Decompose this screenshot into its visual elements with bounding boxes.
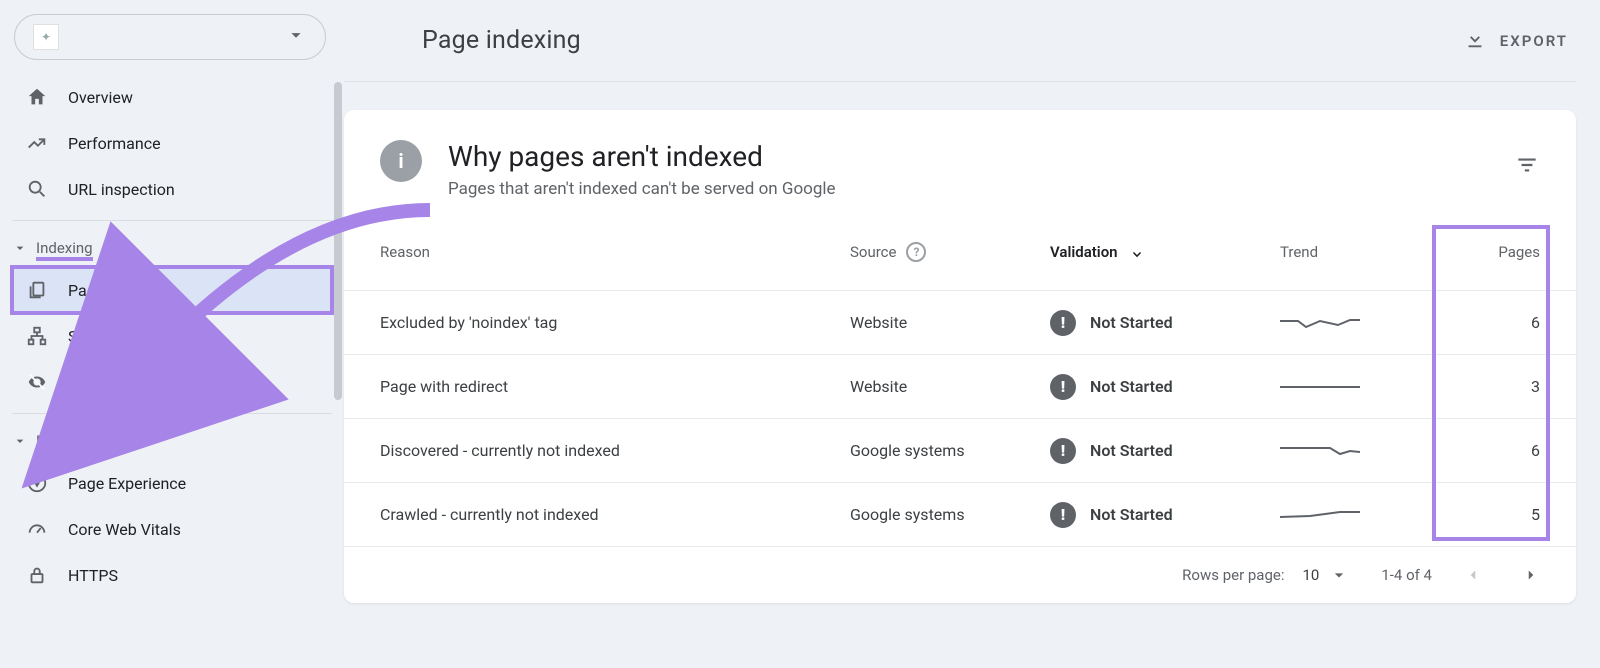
rows-per-page-value: 10 xyxy=(1302,566,1319,584)
pagination-range: 1-4 of 4 xyxy=(1381,566,1432,584)
reasons-table: Reason Source ? Validation Trend Pages E xyxy=(344,213,1576,603)
rows-per-page-label: Rows per page: xyxy=(1182,566,1284,584)
col-validation-label: Validation xyxy=(1050,243,1118,261)
sitemap-icon xyxy=(26,325,48,347)
scrollbar-thumb[interactable] xyxy=(334,82,342,400)
cell-pages: 6 xyxy=(1450,313,1540,332)
warning-icon: ! xyxy=(1050,438,1076,464)
sidebar-item-label: HTTPS xyxy=(68,566,118,585)
reasons-card: i Why pages aren't indexed Pages that ar… xyxy=(344,110,1576,603)
sidebar-item-page-experience[interactable]: Page Experience xyxy=(12,460,332,506)
cell-pages: 5 xyxy=(1450,505,1540,524)
lock-icon xyxy=(26,564,48,586)
trending-up-icon xyxy=(26,132,48,154)
sidebar: ✦ Overview Performance xyxy=(0,0,344,668)
section-label: Experience xyxy=(36,432,109,450)
cell-pages: 3 xyxy=(1450,377,1540,396)
arrow-down-icon xyxy=(1128,243,1146,261)
sidebar-item-label: Page Experience xyxy=(68,474,186,493)
warning-icon: ! xyxy=(1050,374,1076,400)
table-row[interactable]: Crawled - currently not indexed Google s… xyxy=(344,483,1576,547)
col-source[interactable]: Source ? xyxy=(850,242,1050,262)
col-trend[interactable]: Trend xyxy=(1280,243,1450,261)
cell-source: Website xyxy=(850,313,1050,332)
pages-icon xyxy=(26,279,48,301)
section-label: Indexing xyxy=(36,239,93,257)
chevron-down-icon xyxy=(285,24,307,50)
section-experience[interactable]: Experience xyxy=(0,422,344,460)
cell-source: Google systems xyxy=(850,505,1050,524)
cell-source: Website xyxy=(850,377,1050,396)
home-icon xyxy=(26,86,48,108)
sidebar-item-label: Core Web Vitals xyxy=(68,520,181,539)
cell-trend xyxy=(1280,437,1450,465)
table-row[interactable]: Page with redirect Website ! Not Started… xyxy=(344,355,1576,419)
table-row[interactable]: Discovered - currently not indexed Googl… xyxy=(344,419,1576,483)
prev-page-button[interactable] xyxy=(1464,566,1482,584)
chevron-down-icon xyxy=(1329,565,1349,585)
sidebar-item-label: Removals xyxy=(68,373,138,392)
sidebar-item-label: Performance xyxy=(68,134,161,153)
warning-icon: ! xyxy=(1050,502,1076,528)
cell-reason: Excluded by 'noindex' tag xyxy=(380,313,850,332)
next-page-button[interactable] xyxy=(1522,566,1540,584)
rows-per-page-select[interactable]: 10 xyxy=(1302,565,1349,585)
cell-validation: ! Not Started xyxy=(1050,374,1280,400)
cell-validation: ! Not Started xyxy=(1050,502,1280,528)
warning-icon: ! xyxy=(1050,310,1076,336)
card-subtitle: Pages that aren't indexed can't be serve… xyxy=(448,179,1488,199)
sidebar-item-performance[interactable]: Performance xyxy=(12,120,332,166)
col-reason[interactable]: Reason xyxy=(380,243,850,261)
cell-validation: ! Not Started xyxy=(1050,310,1280,336)
cell-trend xyxy=(1280,501,1450,529)
sidebar-item-pages[interactable]: Pages xyxy=(12,267,332,313)
sidebar-item-label: Overview xyxy=(68,88,133,107)
divider xyxy=(12,220,332,221)
compass-icon xyxy=(26,472,48,494)
sidebar-item-https[interactable]: HTTPS xyxy=(12,552,332,598)
sidebar-item-label: URL inspection xyxy=(68,180,175,199)
cell-reason: Page with redirect xyxy=(380,377,850,396)
divider xyxy=(12,413,332,414)
page-header: Page indexing EXPORT xyxy=(344,0,1576,82)
cell-source: Google systems xyxy=(850,441,1050,460)
filter-button[interactable] xyxy=(1514,152,1540,178)
sidebar-item-core-web-vitals[interactable]: Core Web Vitals xyxy=(12,506,332,552)
visibility-off-icon xyxy=(26,371,48,393)
main-content: Page indexing EXPORT i Why pages aren't … xyxy=(344,0,1600,668)
page-title: Page indexing xyxy=(422,26,581,55)
table-header: Reason Source ? Validation Trend Pages xyxy=(344,213,1576,291)
info-icon: i xyxy=(380,140,422,182)
property-favicon: ✦ xyxy=(33,24,59,50)
cell-trend xyxy=(1280,373,1450,401)
card-title: Why pages aren't indexed xyxy=(448,140,1488,173)
cell-validation: ! Not Started xyxy=(1050,438,1280,464)
export-button[interactable]: EXPORT xyxy=(1464,28,1568,54)
cell-reason: Discovered - currently not indexed xyxy=(380,441,850,460)
section-indexing[interactable]: Indexing xyxy=(0,229,344,267)
col-pages[interactable]: Pages xyxy=(1450,243,1540,261)
help-icon[interactable]: ? xyxy=(906,242,926,262)
sidebar-item-label: Pages xyxy=(68,281,112,300)
gauge-icon xyxy=(26,518,48,540)
chevron-down-icon xyxy=(12,240,28,256)
cell-reason: Crawled - currently not indexed xyxy=(380,505,850,524)
cell-trend xyxy=(1280,309,1450,337)
table-footer: Rows per page: 10 1-4 of 4 xyxy=(344,547,1576,603)
search-icon xyxy=(26,178,48,200)
sidebar-item-sitemaps[interactable]: Sitemaps xyxy=(12,313,332,359)
col-validation[interactable]: Validation xyxy=(1050,243,1280,261)
property-selector[interactable]: ✦ xyxy=(14,14,326,60)
table-row[interactable]: Excluded by 'noindex' tag Website ! Not … xyxy=(344,291,1576,355)
sidebar-item-removals[interactable]: Removals xyxy=(12,359,332,405)
chevron-down-icon xyxy=(12,433,28,449)
cell-pages: 6 xyxy=(1450,441,1540,460)
sidebar-item-overview[interactable]: Overview xyxy=(12,74,332,120)
sidebar-item-label: Sitemaps xyxy=(68,327,135,346)
col-source-label: Source xyxy=(850,243,896,261)
export-label: EXPORT xyxy=(1500,32,1568,50)
sidebar-item-url-inspection[interactable]: URL inspection xyxy=(12,166,332,212)
download-icon xyxy=(1464,28,1486,54)
